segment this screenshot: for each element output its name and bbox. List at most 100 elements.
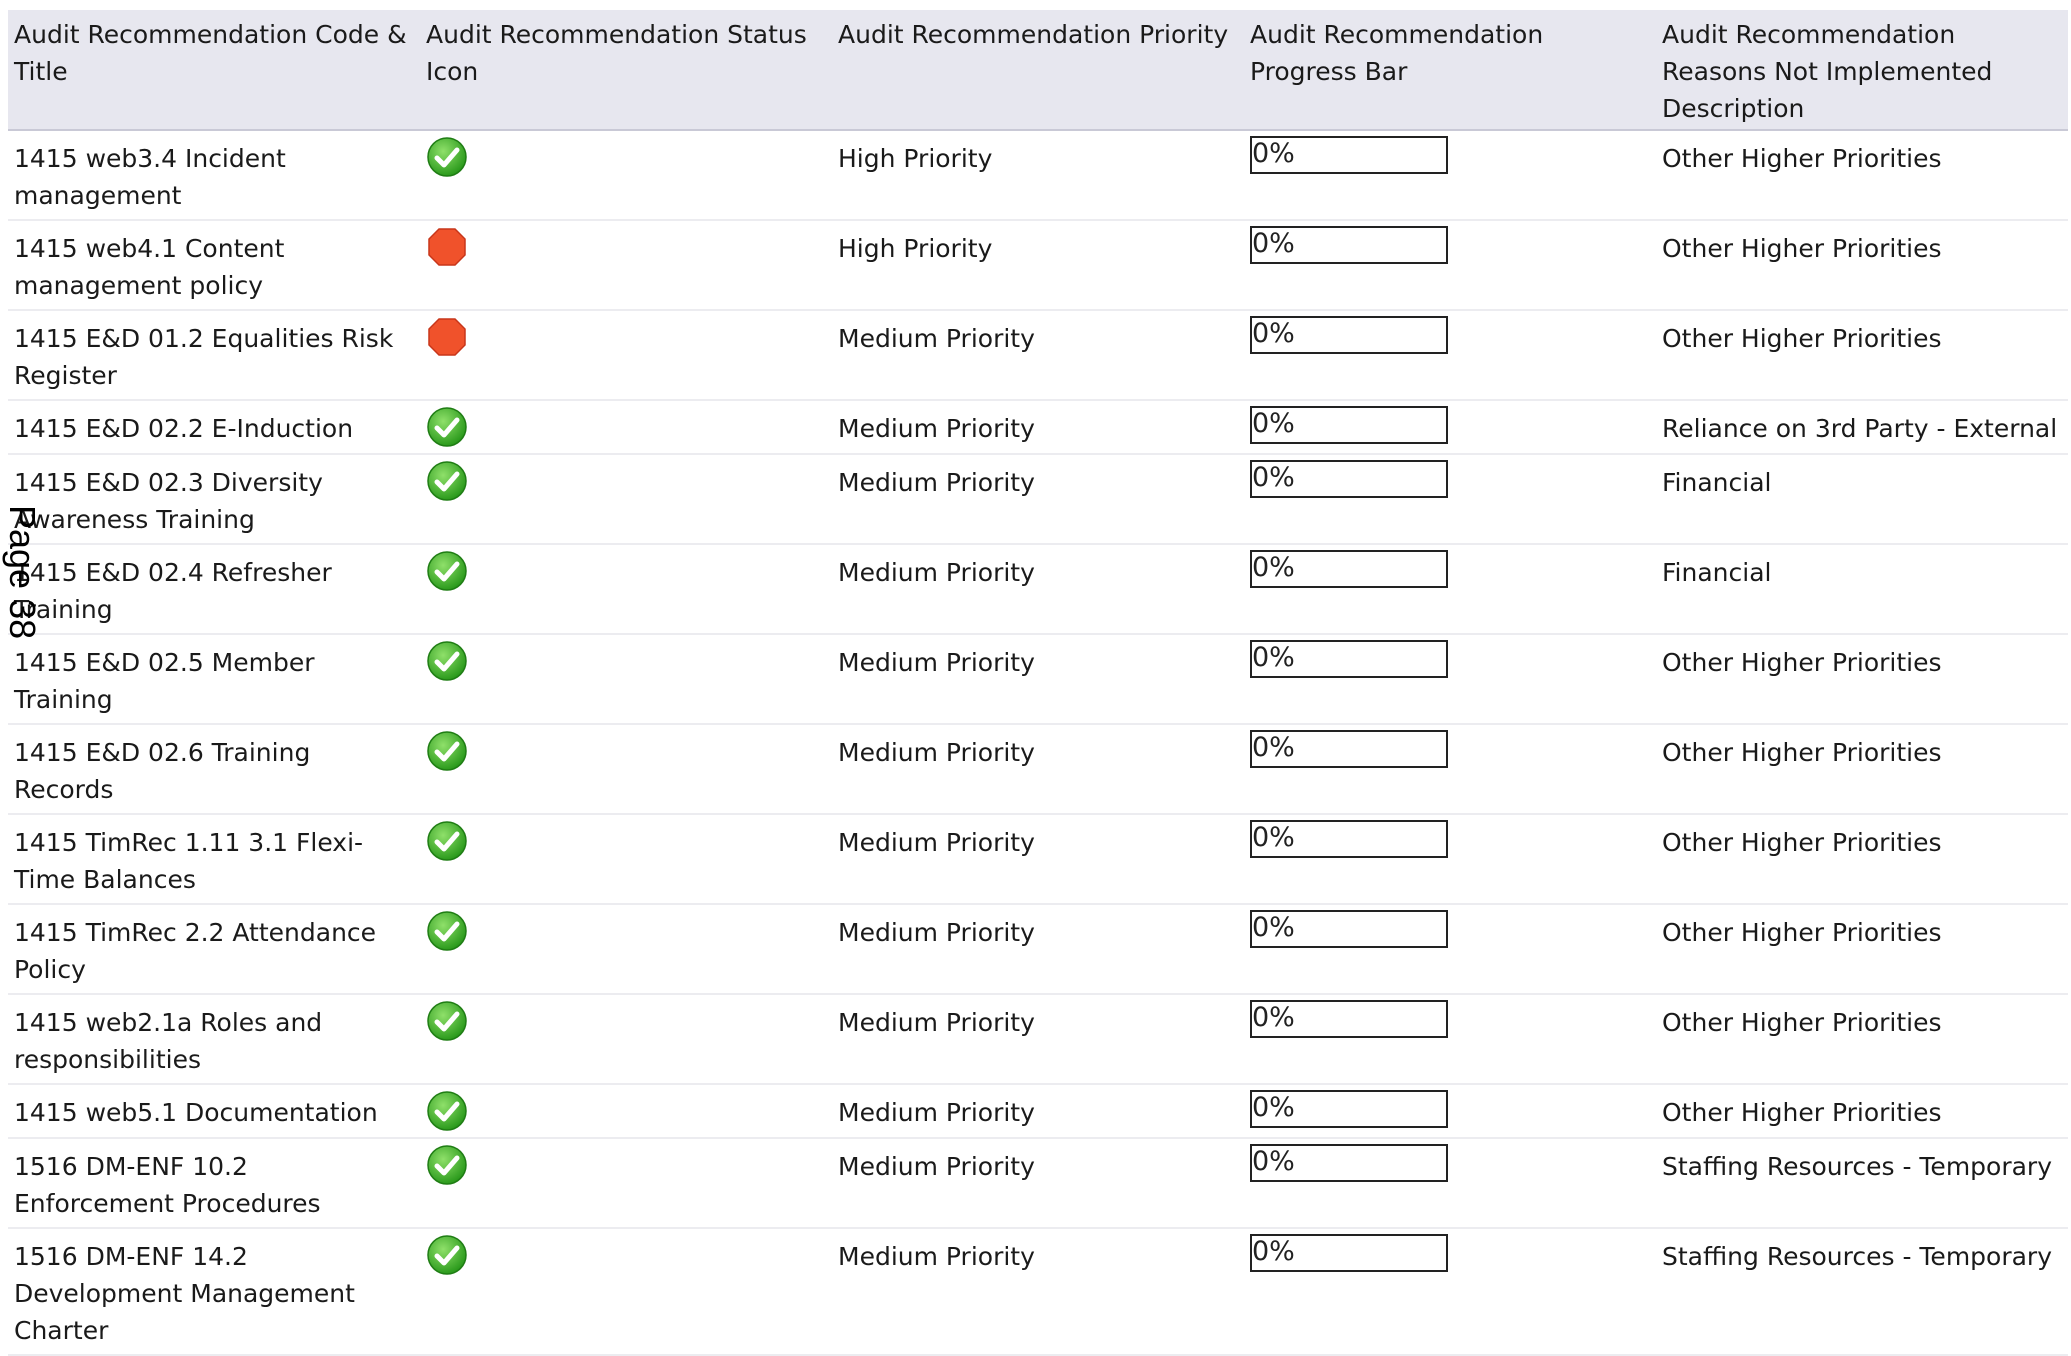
reason-cell: Financial: [1656, 544, 2068, 635]
priority-text: Medium Priority: [838, 1098, 1035, 1127]
reason-cell: Staffing Resources - Temporary: [1656, 1138, 2068, 1229]
priority-cell: Medium Priority: [832, 310, 1244, 401]
progress-bar: 0%: [1250, 406, 1448, 444]
code-title-cell: 1415 E&D 01.2 Equalities Risk Register: [8, 310, 420, 401]
audit-report: Audit Recommendation Code & Title Audit …: [8, 10, 2068, 1356]
progress-cell: 0%: [1244, 1138, 1656, 1229]
check-circle-icon: [426, 406, 468, 448]
code-title-cell: 1415 web3.4 Incident management: [8, 130, 420, 221]
priority-text: Medium Priority: [838, 918, 1035, 947]
progress-label: 0%: [1252, 1146, 1295, 1177]
progress-cell: 0%: [1244, 994, 1656, 1085]
table-row: 1516 DM-ENF 14.2 Development Management …: [8, 1228, 2068, 1356]
status-cell: [420, 1084, 832, 1139]
progress-cell: 0%: [1244, 220, 1656, 311]
status-cell: [420, 1138, 832, 1229]
table-row: 1415 TimRec 1.11 3.1 Flexi-Time Balances…: [8, 814, 2068, 905]
progress-bar: 0%: [1250, 910, 1448, 948]
progress-bar: 0%: [1250, 820, 1448, 858]
status-cell: [420, 400, 832, 455]
audit-recommendations-table: Audit Recommendation Code & Title Audit …: [8, 10, 2068, 1356]
code-title-cell: 1415 E&D 02.2 E-Induction: [8, 400, 420, 455]
reason-text: Other Higher Priorities: [1662, 144, 1942, 173]
status-cell: [420, 454, 832, 545]
code-title-text: 1415 TimRec 1.11 3.1 Flexi-Time Balances: [14, 828, 364, 894]
reason-text: Other Higher Priorities: [1662, 1008, 1942, 1037]
stop-octagon-icon: [426, 316, 468, 358]
priority-cell: Medium Priority: [832, 400, 1244, 455]
reason-cell: Other Higher Priorities: [1656, 724, 2068, 815]
reason-cell: Other Higher Priorities: [1656, 310, 2068, 401]
reason-text: Other Higher Priorities: [1662, 324, 1942, 353]
progress-label: 0%: [1252, 552, 1295, 583]
progress-bar: 0%: [1250, 136, 1448, 174]
priority-text: Medium Priority: [838, 738, 1035, 767]
progress-label: 0%: [1252, 228, 1295, 259]
reason-text: Other Higher Priorities: [1662, 1098, 1942, 1127]
code-title-cell: 1415 web5.1 Documentation: [8, 1084, 420, 1139]
progress-label: 0%: [1252, 912, 1295, 943]
header-reasons: Audit Recommendation Reasons Not Impleme…: [1656, 10, 2068, 131]
check-circle-icon: [426, 1090, 468, 1132]
reason-cell: Staffing Resources - Temporary: [1656, 1228, 2068, 1356]
code-title-text: 1415 web4.1 Content management policy: [14, 234, 285, 300]
priority-text: Medium Priority: [838, 828, 1035, 857]
header-row: Audit Recommendation Code & Title Audit …: [8, 10, 2068, 131]
table-row: 1415 TimRec 2.2 Attendance Policy Medium…: [8, 904, 2068, 995]
progress-bar: 0%: [1250, 316, 1448, 354]
reason-text: Other Higher Priorities: [1662, 918, 1942, 947]
reason-text: Staffing Resources - Temporary: [1662, 1242, 2053, 1271]
header-progress-bar: Audit Recommendation Progress Bar: [1244, 10, 1656, 131]
table-row: 1415 E&D 02.4 Refresher Training Medium …: [8, 544, 2068, 635]
progress-label: 0%: [1252, 822, 1295, 853]
progress-label: 0%: [1252, 1002, 1295, 1033]
progress-bar: 0%: [1250, 550, 1448, 588]
code-title-cell: 1516 DM-ENF 10.2 Enforcement Procedures: [8, 1138, 420, 1229]
priority-cell: Medium Priority: [832, 1228, 1244, 1356]
reason-text: Other Higher Priorities: [1662, 648, 1942, 677]
table-row: 1415 web2.1a Roles and responsibilities …: [8, 994, 2068, 1085]
reason-text: Financial: [1662, 468, 1772, 497]
reason-text: Financial: [1662, 558, 1772, 587]
reason-text: Staffing Resources - Temporary: [1662, 1152, 2053, 1181]
priority-text: Medium Priority: [838, 558, 1035, 587]
status-cell: [420, 130, 832, 221]
check-circle-icon: [426, 910, 468, 952]
progress-cell: 0%: [1244, 724, 1656, 815]
priority-text: Medium Priority: [838, 414, 1035, 443]
reason-text: Reliance on 3rd Party - External: [1662, 414, 2058, 443]
progress-cell: 0%: [1244, 1228, 1656, 1356]
table-row: 1415 E&D 02.6 Training Records Medium Pr…: [8, 724, 2068, 815]
status-cell: [420, 634, 832, 725]
priority-cell: Medium Priority: [832, 724, 1244, 815]
progress-label: 0%: [1252, 462, 1295, 493]
priority-text: Medium Priority: [838, 1152, 1035, 1181]
code-title-text: 1415 E&D 02.6 Training Records: [14, 738, 311, 804]
priority-text: Medium Priority: [838, 1008, 1035, 1037]
status-cell: [420, 310, 832, 401]
priority-cell: High Priority: [832, 220, 1244, 311]
table-row: 1415 web3.4 Incident management High Pri…: [8, 130, 2068, 221]
code-title-text: 1516 DM-ENF 10.2 Enforcement Procedures: [14, 1152, 321, 1218]
code-title-text: 1516 DM-ENF 14.2 Development Management …: [14, 1242, 355, 1345]
check-circle-icon: [426, 460, 468, 502]
check-circle-icon: [426, 1144, 468, 1186]
code-title-text: 1415 E&D 02.2 E-Induction: [14, 414, 354, 443]
reason-cell: Other Higher Priorities: [1656, 994, 2068, 1085]
table-body: 1415 web3.4 Incident management High Pri…: [8, 130, 2068, 1356]
priority-cell: Medium Priority: [832, 904, 1244, 995]
header-status-icon: Audit Recommendation Status Icon: [420, 10, 832, 131]
code-title-cell: 1415 E&D 02.6 Training Records: [8, 724, 420, 815]
progress-bar: 0%: [1250, 1144, 1448, 1182]
priority-text: Medium Priority: [838, 324, 1035, 353]
code-title-text: 1415 web2.1a Roles and responsibilities: [14, 1008, 323, 1074]
priority-text: High Priority: [838, 234, 993, 263]
status-cell: [420, 994, 832, 1085]
status-cell: [420, 904, 832, 995]
progress-bar: 0%: [1250, 460, 1448, 498]
header-code-title: Audit Recommendation Code & Title: [8, 10, 420, 131]
page-number-text: Page 38: [2, 505, 43, 640]
code-title-cell: 1415 web2.1a Roles and responsibilities: [8, 994, 420, 1085]
progress-cell: 0%: [1244, 544, 1656, 635]
progress-bar: 0%: [1250, 226, 1448, 264]
